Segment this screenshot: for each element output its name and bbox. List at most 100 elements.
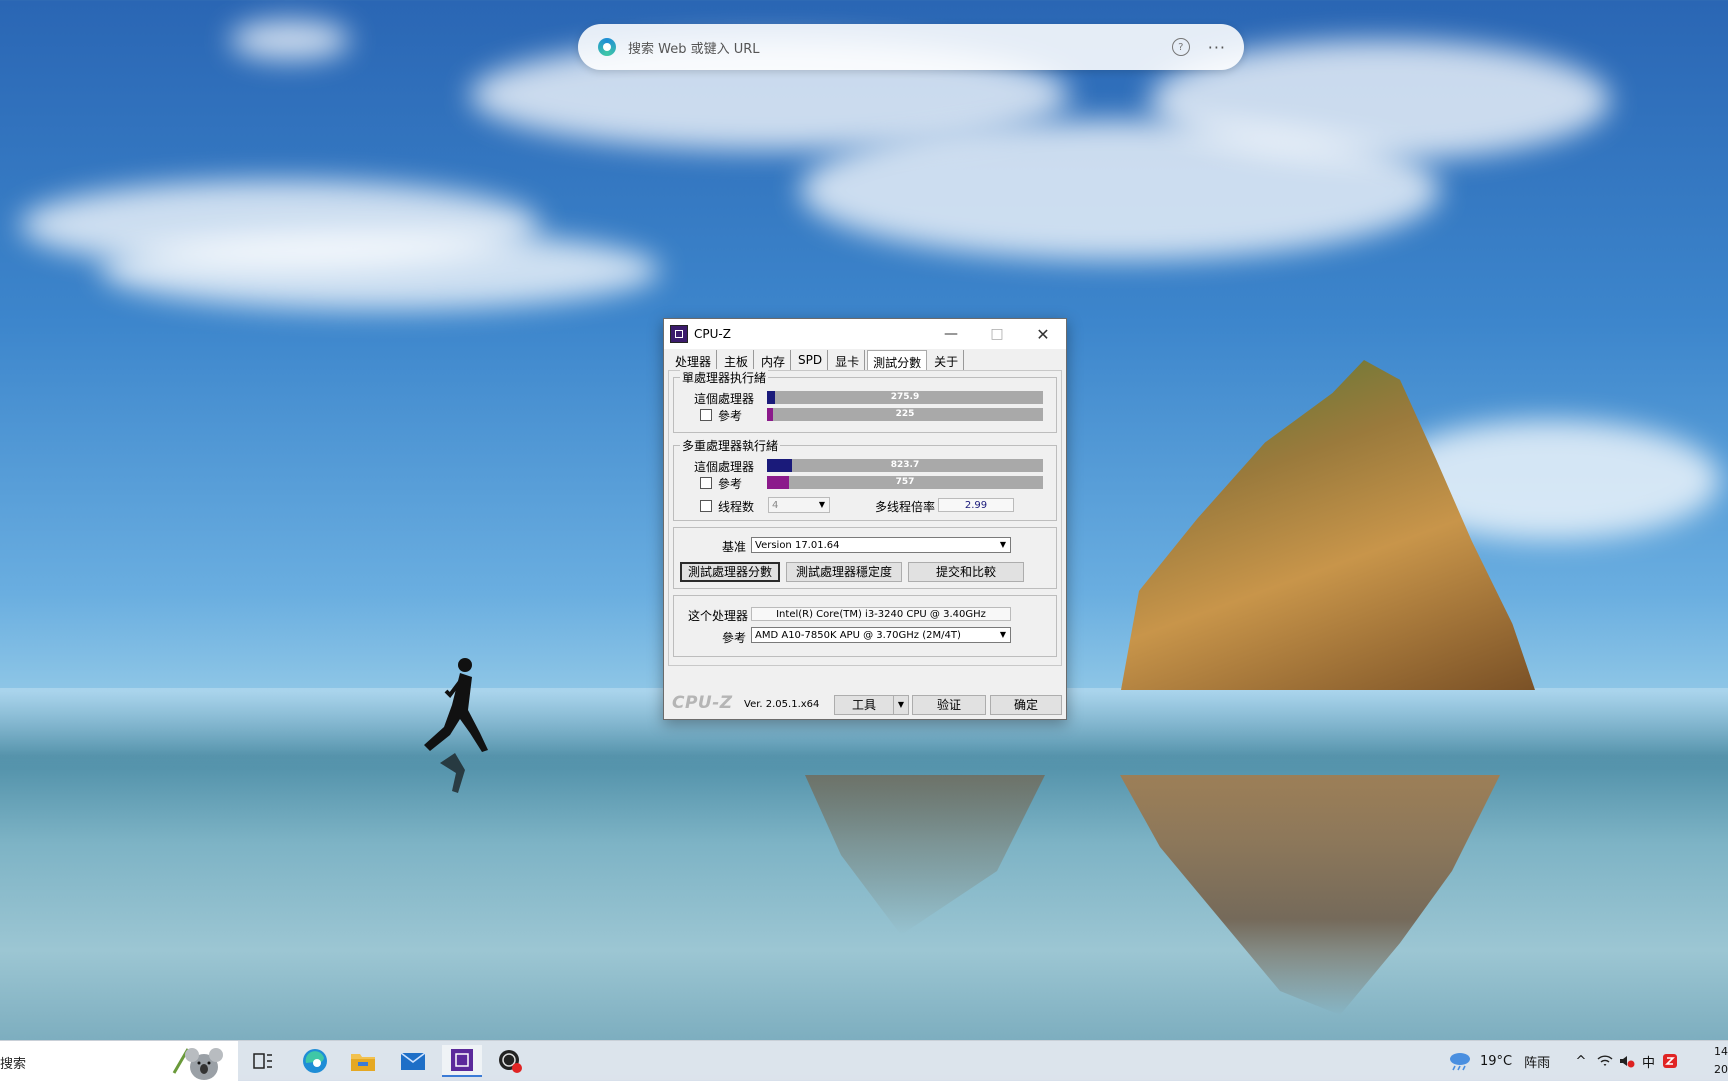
cpu-z-taskbar-button[interactable] xyxy=(442,1045,482,1077)
file-explorer-icon xyxy=(351,1054,375,1071)
obs-taskbar-button[interactable] xyxy=(490,1045,530,1077)
multi-ref-bar: 757 xyxy=(767,476,1043,489)
window-footer: CPU-Z Ver. 2.05.1.x64 工具 ▼ 验证 确定 xyxy=(664,693,1066,717)
version-label: Ver. 2.05.1.x64 xyxy=(744,699,820,710)
single-thread-group: 單處理器执行緒 這個處理器 275.9 參考 225 xyxy=(673,369,1057,433)
stress-cpu-button[interactable]: 測試處理器穩定度 xyxy=(786,562,902,582)
reference-cpu-value: AMD A10-7850K APU @ 3.70GHz (2M/4T) xyxy=(755,630,961,641)
edge-icon xyxy=(303,1049,327,1073)
multi-this-score: 823.7 xyxy=(890,460,920,470)
this-cpu-name: Intel(R) Core(TM) i3-3240 CPU @ 3.40GHz xyxy=(751,607,1011,621)
multi-ratio-label: 多线程倍率 xyxy=(875,500,936,514)
multi-ref-score: 757 xyxy=(895,477,915,487)
single-ref-score: 225 xyxy=(895,409,915,419)
edge-taskbar-button[interactable] xyxy=(295,1045,335,1077)
bench-cpu-button[interactable]: 測試處理器分數 xyxy=(680,562,780,582)
threads-value: 4 xyxy=(772,500,779,511)
chevron-down-icon: ▼ xyxy=(999,630,1007,639)
mail-taskbar-button[interactable] xyxy=(393,1045,433,1077)
cpu-z-icon xyxy=(670,325,688,343)
close-button[interactable]: ✕ xyxy=(1020,319,1066,349)
cpu-z-icon xyxy=(451,1049,473,1071)
chevron-down-icon: ▼ xyxy=(818,500,826,509)
taskbar-search-box[interactable]: 搜索 xyxy=(0,1041,238,1081)
reference-label: 參考 xyxy=(718,409,743,423)
single-this-score: 275.9 xyxy=(890,392,920,402)
this-processor-label: 這個處理器 xyxy=(694,460,755,474)
ok-button[interactable]: 确定 xyxy=(990,695,1062,715)
weather-temp: 19°C xyxy=(1480,1053,1513,1069)
single-this-bar: 275.9 xyxy=(767,391,1043,404)
tab-mainboard[interactable]: 主板 xyxy=(719,350,755,370)
multi-thread-group: 多重處理器執行緒 這個處理器 823.7 參考 757 线程数 4 ▼ 多线程倍… xyxy=(673,437,1057,521)
tab-processor[interactable]: 处理器 xyxy=(670,350,718,370)
tools-button[interactable]: 工具 xyxy=(834,695,894,715)
cloud xyxy=(100,230,660,310)
maximize-button[interactable]: □ xyxy=(974,319,1020,349)
tab-about[interactable]: 关于 xyxy=(929,350,965,370)
mail-icon xyxy=(400,1052,426,1070)
cloud xyxy=(230,20,350,60)
baseline-select[interactable]: Version 17.01.64 ▼ xyxy=(751,537,1011,553)
task-view-button[interactable] xyxy=(243,1045,283,1077)
minimize-button[interactable]: — xyxy=(928,319,974,349)
rain-cloud-icon xyxy=(1450,1053,1470,1071)
this-cpu-label: 这个处理器 xyxy=(688,609,749,623)
multi-ratio-value: 2.99 xyxy=(938,498,1014,512)
weather-widget[interactable]: 19°C 阵雨 xyxy=(1448,1041,1550,1081)
weather-desc: 阵雨 xyxy=(1524,1055,1551,1071)
multi-thread-label: 多重處理器執行緒 xyxy=(680,437,781,454)
single-ref-bar: 225 xyxy=(767,408,1043,421)
file-explorer-taskbar-button[interactable] xyxy=(343,1045,383,1077)
tab-bench[interactable]: 測試分數 xyxy=(867,350,928,370)
chevron-up-icon[interactable]: ^ xyxy=(1572,1054,1590,1069)
clock-date: 20 xyxy=(1714,1063,1728,1076)
search-placeholder[interactable]: 搜索 Web 或键入 URL xyxy=(628,38,1172,57)
ime-indicator[interactable]: 中 xyxy=(1642,1052,1655,1071)
threads-select[interactable]: 4 ▼ xyxy=(768,497,830,513)
title-bar[interactable]: CPU-Z — □ ✕ xyxy=(664,319,1066,349)
bench-panel: 單處理器执行緒 這個處理器 275.9 參考 225 多重處理器執行緒 這個處理… xyxy=(668,369,1062,666)
koala-search-highlight-icon xyxy=(172,1048,223,1080)
chevron-down-icon: ▼ xyxy=(999,540,1007,549)
wifi-icon[interactable] xyxy=(1596,1053,1614,1069)
volume-muted-icon[interactable] xyxy=(1618,1053,1636,1069)
multi-ref-checkbox[interactable] xyxy=(700,477,712,489)
rock-reflection xyxy=(805,775,1045,935)
validate-button[interactable]: 验证 xyxy=(912,695,986,715)
antivirus-icon[interactable] xyxy=(1661,1052,1679,1070)
clock-time: 14 xyxy=(1714,1045,1728,1058)
tab-spd[interactable]: SPD xyxy=(793,350,829,370)
threads-checkbox[interactable] xyxy=(700,500,712,512)
edge-icon xyxy=(598,38,616,56)
cpuz-window: CPU-Z — □ ✕ 处理器 主板 内存 SPD 显卡 測試分數 关于 單處理… xyxy=(663,318,1067,720)
help-icon[interactable]: ? xyxy=(1171,38,1190,56)
more-options-icon[interactable]: ··· xyxy=(1208,38,1226,57)
this-processor-label: 這個處理器 xyxy=(694,392,755,406)
submit-compare-button[interactable]: 提交和比較 xyxy=(908,562,1024,582)
taskbar: 搜索 19°C 阵雨 ^ 中 14 20 xyxy=(0,1040,1728,1081)
window-title: CPU-Z xyxy=(694,327,731,341)
baseline-label: 基准 xyxy=(722,540,747,554)
rock-reflection xyxy=(1120,775,1500,1015)
taskbar-search-text: 搜索 xyxy=(0,1057,27,1072)
runner-silhouette xyxy=(424,658,488,793)
cpu-z-logo-text: CPU-Z xyxy=(672,693,733,713)
reference-label: 參考 xyxy=(718,477,743,491)
reference-cpu-select[interactable]: AMD A10-7850K APU @ 3.70GHz (2M/4T) ▼ xyxy=(751,627,1011,643)
multi-this-bar: 823.7 xyxy=(767,459,1043,472)
single-thread-label: 單處理器执行緒 xyxy=(680,369,769,386)
cpu-info-group: 这个处理器 Intel(R) Core(TM) i3-3240 CPU @ 3.… xyxy=(673,595,1057,657)
baseline-group: 基准 Version 17.01.64 ▼ 測試處理器分數 測試處理器穩定度 提… xyxy=(673,527,1057,589)
tab-graphics[interactable]: 显卡 xyxy=(830,350,866,370)
obs-icon xyxy=(499,1050,522,1073)
threads-label: 线程数 xyxy=(718,500,755,514)
tools-label: 工具 xyxy=(851,698,876,712)
tab-memory[interactable]: 内存 xyxy=(756,350,792,370)
tab-bar: 处理器 主板 内存 SPD 显卡 測試分數 关于 xyxy=(670,350,966,370)
single-ref-checkbox[interactable] xyxy=(700,409,712,421)
reference-label: 參考 xyxy=(722,631,747,645)
tools-dropdown-button[interactable]: ▼ xyxy=(893,695,909,715)
clock[interactable]: 14 20 xyxy=(1708,1043,1728,1079)
browser-search-bar[interactable]: 搜索 Web 或键入 URL ? ··· xyxy=(578,24,1244,70)
